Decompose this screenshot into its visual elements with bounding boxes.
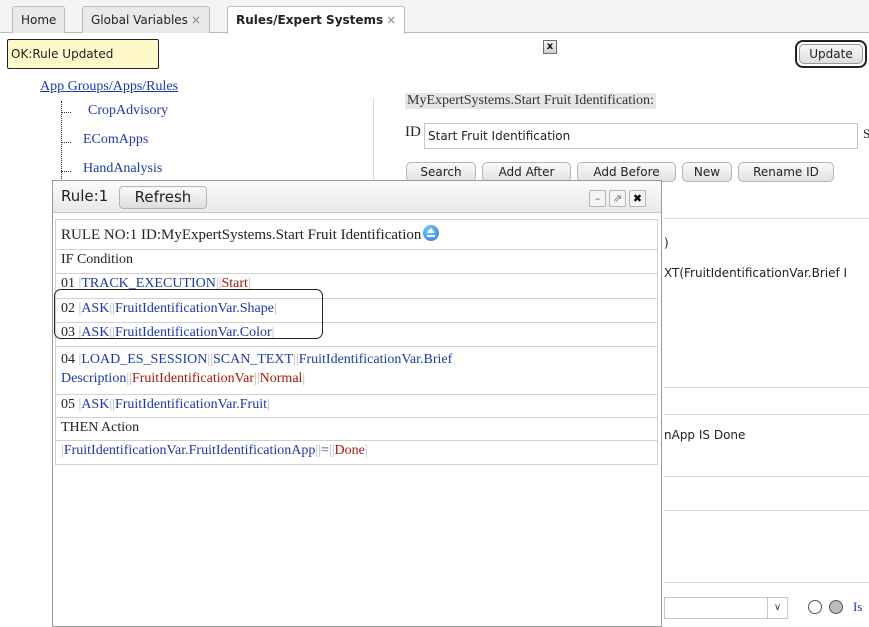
partial-condition-text: XT(FruitIdentificationVar.Brief I bbox=[664, 266, 848, 280]
rule-token[interactable]: ASK bbox=[81, 397, 109, 412]
refresh-button[interactable]: Refresh bbox=[119, 186, 207, 209]
condition-number: 05 bbox=[61, 397, 79, 412]
close-tab-icon[interactable]: × bbox=[386, 13, 396, 27]
tab-label: Global Variables bbox=[91, 13, 188, 27]
divider bbox=[373, 98, 374, 188]
status-message: OK:Rule Updated bbox=[7, 39, 159, 69]
partial-text: ) bbox=[664, 236, 669, 250]
rule-token[interactable]: Normal bbox=[260, 371, 303, 386]
popout-icon[interactable]: ⇗ bbox=[609, 190, 626, 207]
tree-root-link[interactable]: App Groups/Apps/Rules bbox=[40, 79, 178, 95]
rule-rows: RULE NO:1 ID:MyExpertSystems.Start Fruit… bbox=[55, 219, 658, 465]
tree-item-cropadvisory[interactable]: CropAdvisory bbox=[88, 103, 168, 119]
rename-id-button[interactable]: Rename ID bbox=[738, 162, 834, 182]
status-text: OK:Rule Updated bbox=[11, 47, 114, 61]
tree-item-handanalysis[interactable]: HandAnalysis bbox=[83, 161, 162, 177]
rule-token[interactable]: FruitIdentificationVar.Fruit bbox=[115, 397, 267, 412]
select-dropdown[interactable]: ∨ bbox=[664, 597, 788, 619]
divider bbox=[664, 387, 869, 388]
rule-token[interactable]: TRACK_EXECUTION bbox=[81, 276, 216, 291]
condition-number: 02 bbox=[61, 301, 79, 316]
separator: | bbox=[271, 325, 275, 340]
condition-number: 03 bbox=[61, 325, 79, 340]
condition-number: 04 bbox=[61, 352, 79, 367]
rule-dialog: Rule:1 Refresh – ⇗ ✖ RULE NO:1 ID:MyExpe… bbox=[52, 180, 662, 627]
then-action-label: THEN Action bbox=[61, 420, 140, 435]
add-after-button[interactable]: Add After bbox=[482, 162, 571, 182]
rule-header-row: RULE NO:1 ID:MyExpertSystems.Start Fruit… bbox=[55, 219, 658, 250]
rule-token[interactable]: FruitIdentificationVar bbox=[132, 371, 254, 386]
dismiss-status-button[interactable]: x bbox=[543, 40, 557, 54]
if-condition-row: IF Condition bbox=[55, 250, 658, 274]
tree-connector bbox=[61, 112, 71, 113]
tree-connector bbox=[61, 142, 71, 143]
close-icon[interactable]: ✖ bbox=[629, 190, 646, 207]
close-tab-icon[interactable]: × bbox=[191, 13, 201, 27]
collapse-up-icon[interactable] bbox=[423, 225, 440, 241]
new-button[interactable]: New bbox=[682, 162, 732, 182]
search-button[interactable]: Search bbox=[406, 162, 476, 182]
condition-row[interactable]: 04 |LOAD_ES_SESSION||SCAN_TEXT||FruitIde… bbox=[55, 347, 658, 395]
divider bbox=[664, 582, 869, 583]
tree-connector bbox=[61, 101, 73, 181]
tree-connector bbox=[61, 171, 71, 172]
tab-global-variables[interactable]: Global Variables × bbox=[82, 6, 210, 33]
then-action-row: THEN Action bbox=[55, 418, 658, 441]
tree-item-ecomapps[interactable]: EComApps bbox=[83, 132, 148, 148]
rule-path-title: MyExpertSystems.Start Fruit Identificati… bbox=[405, 93, 656, 109]
rule-token[interactable]: Done bbox=[335, 443, 365, 458]
tab-rules-expert-systems[interactable]: Rules/Expert Systems × bbox=[227, 6, 406, 34]
chevron-down-icon[interactable]: ∨ bbox=[767, 598, 787, 618]
divider bbox=[664, 510, 869, 511]
condition-row[interactable]: 02 |ASK||FruitIdentificationVar.Shape| bbox=[55, 299, 658, 323]
update-button-label: Update bbox=[799, 44, 863, 64]
rule-token[interactable]: FruitIdentificationVar.Shape bbox=[115, 301, 274, 316]
tab-label: Rules/Expert Systems bbox=[236, 13, 384, 27]
separator: | bbox=[247, 276, 251, 291]
rule-token[interactable]: = bbox=[321, 443, 329, 458]
tab-bar: Home Global Variables × Rules/Expert Syst… bbox=[0, 0, 869, 34]
rule-token[interactable]: Start bbox=[221, 276, 247, 291]
condition-row[interactable]: 01 |TRACK_EXECUTION||Start| bbox=[55, 274, 658, 299]
rule-token[interactable]: FruitIdentificationVar.Color bbox=[115, 325, 272, 340]
minimize-icon[interactable]: – bbox=[589, 190, 606, 207]
dialog-header[interactable]: Rule:1 Refresh – ⇗ ✖ bbox=[53, 181, 661, 213]
separator: | bbox=[273, 301, 277, 316]
id-field-value: Start Fruit Identification bbox=[428, 129, 571, 143]
dialog-title: Rule:1 bbox=[61, 187, 109, 205]
separator: | bbox=[266, 397, 270, 412]
divider bbox=[664, 414, 869, 415]
divider bbox=[664, 476, 869, 477]
update-button[interactable]: Update bbox=[795, 40, 867, 68]
divider bbox=[664, 218, 869, 219]
rule-token[interactable]: ASK bbox=[81, 301, 109, 316]
separator: | bbox=[364, 443, 368, 458]
add-before-button[interactable]: Add Before bbox=[577, 162, 676, 182]
rule-token[interactable]: LOAD_ES_SESSION bbox=[81, 352, 207, 367]
rule-token[interactable]: FruitIdentificationVar.FruitIdentificati… bbox=[64, 443, 316, 458]
condition-number: 01 bbox=[61, 276, 79, 291]
rule-header-text: RULE NO:1 ID:MyExpertSystems.Start Fruit… bbox=[61, 227, 422, 243]
condition-row[interactable]: 03 |ASK||FruitIdentificationVar.Color| bbox=[55, 323, 658, 347]
condition-row[interactable]: 05 |ASK||FruitIdentificationVar.Fruit| bbox=[55, 395, 658, 418]
tab-home[interactable]: Home bbox=[12, 6, 66, 33]
refresh-circle-icon[interactable] bbox=[808, 600, 822, 614]
id-field[interactable]: Start Fruit Identification bbox=[424, 123, 858, 149]
id-label: ID bbox=[405, 124, 421, 140]
action-row[interactable]: | FruitIdentificationVar.FruitIdentificat… bbox=[55, 441, 658, 465]
separator: | bbox=[302, 371, 306, 386]
partial-action-text: nApp IS Done bbox=[664, 428, 746, 442]
up-circle-icon[interactable] bbox=[829, 600, 843, 614]
tab-label: Home bbox=[21, 13, 57, 27]
rule-token[interactable]: SCAN_TEXT bbox=[213, 352, 293, 367]
rule-token[interactable]: ASK bbox=[81, 325, 109, 340]
truncated-label: S bbox=[863, 126, 869, 141]
if-condition-label: IF Condition bbox=[61, 252, 133, 267]
is-link[interactable]: Is bbox=[853, 599, 862, 615]
